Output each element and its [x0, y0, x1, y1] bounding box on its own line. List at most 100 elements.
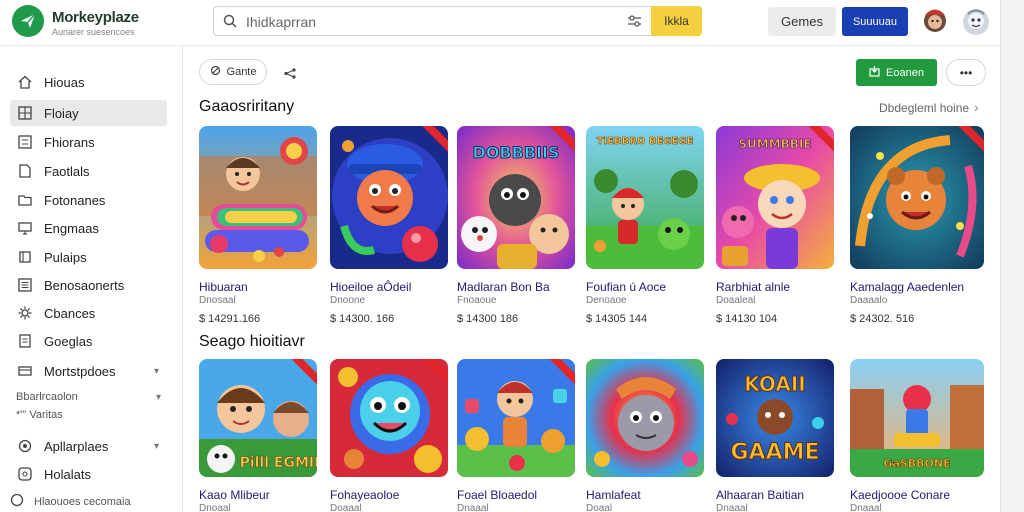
- game-subtitle: Denoaoe: [586, 295, 627, 306]
- game-title[interactable]: Madlaran Bon Ba: [457, 280, 575, 294]
- page-scroll-edge[interactable]: [1000, 0, 1024, 512]
- game-price: $ 24302. 516: [850, 313, 915, 325]
- ribbon-badge: [289, 359, 317, 387]
- sidebar-footer[interactable]: Hlaouoes cecomaia: [10, 493, 131, 510]
- sidebar-item-label: Pulaips: [44, 249, 87, 265]
- user-avatar[interactable]: [962, 6, 990, 36]
- game-thumbnail[interactable]: SUMMBBIE: [716, 126, 834, 269]
- game-thumbnail[interactable]: [330, 359, 448, 477]
- chevron-down-icon[interactable]: ▾: [154, 366, 164, 377]
- sidebar-item-label: Engmaas: [44, 220, 99, 236]
- sidebar-item-purchases[interactable]: Pulaips: [10, 244, 167, 270]
- chevron-right-icon[interactable]: ›: [974, 99, 979, 115]
- ribbon-badge: [547, 359, 575, 387]
- pin-icon: [17, 438, 33, 454]
- game-card[interactable]: Hioeiloe aÔdeil Dnoone $ 14300. 166: [330, 126, 448, 325]
- game-thumbnail[interactable]: DOBBBIIS: [457, 126, 575, 269]
- game-subtitle: Dnaaal: [457, 503, 489, 512]
- see-all-link[interactable]: Dbdegleml hoine: [879, 101, 969, 115]
- search-bar[interactable]: Ihidkaprran Ikkla: [213, 6, 702, 36]
- game-card[interactable]: Fohayeaoloe Doaaal: [330, 359, 448, 512]
- game-thumbnail[interactable]: [850, 126, 984, 269]
- sidebar-item-label: Goeglas: [44, 333, 93, 349]
- sidebar-item-documents[interactable]: Benosaonerts: [10, 272, 167, 298]
- section-title: Gaaosriritany: [199, 98, 295, 115]
- primary-action-button[interactable]: Suuuuau: [842, 7, 908, 36]
- game-subtitle: Daaaalo: [850, 295, 888, 306]
- game-subtitle: Doaaal: [330, 503, 362, 512]
- sidebar-item-engines[interactable]: Engmaas: [10, 215, 167, 241]
- ribbon-badge: [806, 126, 834, 154]
- game-price: $ 14291.166: [199, 313, 261, 325]
- chevron-down-icon[interactable]: ▾: [156, 392, 161, 403]
- game-card[interactable]: TIEBBRO BEGEGE Foufian ú Aoce Denoaoe $ …: [586, 126, 704, 325]
- game-card[interactable]: DOBBBIIS Madlaran Bon Ba Fnoaoue $ 14300…: [457, 126, 575, 325]
- game-thumbnail[interactable]: [199, 126, 317, 269]
- game-title[interactable]: Kamalagg Aaedenlen: [850, 280, 984, 294]
- game-thumbnail[interactable]: GaSBBONE: [850, 359, 984, 477]
- game-card[interactable]: KOAII GAAME Alhaaran Baitian Dnaaal: [716, 359, 834, 512]
- game-thumbnail[interactable]: [330, 126, 448, 269]
- game-thumbnail[interactable]: Pilll EGMIRE: [199, 359, 317, 477]
- main-content: Gante Eoanen ••• Gaaosriritany Dbdegleml…: [184, 46, 1000, 512]
- sidebar-item-home[interactable]: Hiouas: [10, 69, 167, 95]
- search-input[interactable]: Ihidkaprran: [246, 14, 316, 30]
- game-title[interactable]: Alhaaran Baitian: [716, 488, 834, 502]
- game-card[interactable]: Kamalagg Aaedenlen Daaaalo $ 24302. 516: [850, 126, 984, 325]
- avatar[interactable]: [922, 6, 948, 34]
- game-subtitle: Dnoaal: [199, 503, 231, 512]
- game-title[interactable]: Fohayeaoloe: [330, 488, 448, 502]
- game-card[interactable]: Hamlafeat Doaal: [586, 359, 704, 512]
- share-icon[interactable]: [284, 66, 297, 84]
- more-options-button[interactable]: •••: [946, 59, 986, 86]
- game-title[interactable]: Kaedjoooe Conare: [850, 488, 984, 502]
- game-card[interactable]: Foael Bloaedol Dnaaal: [457, 359, 575, 512]
- game-title[interactable]: Foufian ú Aoce: [586, 280, 704, 294]
- filter-chip[interactable]: Gante: [199, 59, 267, 85]
- send-icon[interactable]: [12, 5, 44, 37]
- ribbon-badge: [547, 126, 575, 154]
- game-title[interactable]: Rarbhiat alnle: [716, 280, 834, 294]
- sidebar-item-changes[interactable]: Cbances: [10, 300, 167, 326]
- game-thumbnail[interactable]: [457, 359, 575, 477]
- tag-icon: [210, 65, 221, 79]
- sidebar-item-marketplaces[interactable]: Mortstpdoes ▾: [10, 358, 167, 384]
- game-thumbnail[interactable]: [586, 359, 704, 477]
- game-title[interactable]: Hibuaran: [199, 280, 317, 294]
- chevron-down-icon[interactable]: ▾: [154, 441, 164, 452]
- sidebar-item-applications[interactable]: Apllarplaes ▾: [10, 433, 167, 459]
- sidebar-item-help[interactable]: Holalats: [10, 461, 167, 487]
- filter-chip-label: Gante: [226, 66, 257, 78]
- sidebar-item-google[interactable]: Goeglas: [10, 328, 167, 354]
- folder-icon: [17, 192, 33, 208]
- game-title[interactable]: Kaao Mlibeur: [199, 488, 317, 502]
- game-title[interactable]: Hamlafeat: [586, 488, 704, 502]
- game-thumbnail[interactable]: KOAII GAAME: [716, 359, 834, 477]
- sliders-icon[interactable]: [627, 14, 642, 33]
- ribbon-badge: [956, 126, 984, 154]
- game-title[interactable]: Hioeiloe aÔdeil: [330, 280, 448, 294]
- search-button[interactable]: Ikkla: [651, 6, 702, 36]
- game-card[interactable]: Pilll EGMIRE Kaao Mlibeur Dnoaal: [199, 359, 317, 512]
- game-logo-text: KOAII: [744, 372, 805, 396]
- sidebar-item-favorites[interactable]: Faotlals: [10, 158, 167, 184]
- game-card[interactable]: Hibuaran Dnosaal $ 14291.166: [199, 126, 317, 325]
- game-title[interactable]: Foael Bloaedol: [457, 488, 575, 502]
- sidebar-item-folders[interactable]: Fotonanes: [10, 187, 167, 213]
- game-logo-text: Pilll EGMIRE: [240, 455, 317, 471]
- install-button-label: Eoanen: [886, 66, 924, 79]
- install-button[interactable]: Eoanen: [856, 59, 937, 86]
- game-price: $ 14300. 166: [330, 313, 395, 325]
- search-icon: [223, 14, 237, 33]
- games-button[interactable]: Gemes: [768, 7, 836, 36]
- sidebar-item-label: Floiay: [44, 105, 79, 121]
- sidebar-item-library[interactable]: Fhiorans: [10, 129, 167, 155]
- game-thumbnail[interactable]: TIEBBRO BEGEGE: [586, 126, 704, 269]
- app-logo-name[interactable]: Morkeyplaze: [52, 9, 139, 26]
- game-card[interactable]: GaSBBONE Kaedjoooe Conare Dnaaal: [850, 359, 984, 512]
- game-price: $ 14305 144: [586, 313, 648, 325]
- sidebar-item-play[interactable]: Floiay: [10, 100, 167, 126]
- file-icon: [17, 333, 33, 349]
- section-title: Seago hioitiavr: [199, 333, 305, 350]
- game-card[interactable]: SUMMBBIE Rarbhiat alnle Doaaleal $ 14130…: [716, 126, 834, 325]
